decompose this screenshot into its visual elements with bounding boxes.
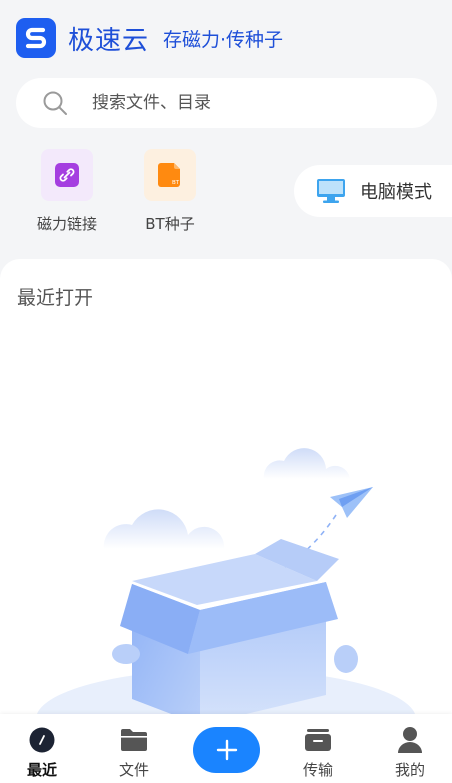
- tab-recent-label: 最近: [26, 761, 57, 779]
- app-slogan: 存磁力·传种子: [163, 28, 284, 51]
- transfer-icon: [305, 729, 331, 751]
- tab-files[interactable]: 文件: [104, 726, 164, 780]
- tab-me-label: 我的: [394, 761, 425, 779]
- tab-transfer[interactable]: 传输: [288, 726, 348, 780]
- tab-files-label: 文件: [118, 761, 149, 779]
- clock-icon: [29, 727, 55, 753]
- pc-mode-button[interactable]: 电脑模式: [294, 165, 452, 217]
- plus-icon: [216, 739, 237, 761]
- bt-torrent-tool[interactable]: BT BT种子: [130, 149, 210, 234]
- pc-mode-label: 电脑模式: [360, 182, 432, 203]
- app-name: 极速云: [68, 25, 150, 56]
- folder-icon: [121, 729, 147, 751]
- magnet-link-tool[interactable]: 磁力链接: [27, 149, 107, 234]
- search-input[interactable]: [92, 93, 392, 113]
- add-button[interactable]: [193, 727, 260, 773]
- app-header: 极速云 存磁力·传种子: [16, 18, 283, 58]
- magnet-link-icon: [41, 149, 93, 201]
- svg-text:BT: BT: [172, 180, 180, 186]
- tab-transfer-label: 传输: [302, 761, 333, 779]
- tab-recent[interactable]: 最近: [12, 726, 72, 780]
- search-bar[interactable]: [16, 78, 437, 128]
- recent-title: 最近打开: [17, 287, 94, 309]
- empty-box-icon: [36, 448, 416, 719]
- tab-me[interactable]: 我的: [380, 726, 440, 780]
- bt-torrent-icon: BT: [144, 149, 196, 201]
- app-logo-icon: [16, 18, 56, 58]
- magnet-link-label: 磁力链接: [36, 215, 97, 233]
- bottom-tab-bar: 最近 文件 传输 我的: [0, 714, 452, 783]
- monitor-icon: [317, 179, 345, 203]
- recent-panel: 最近打开: [0, 259, 452, 719]
- person-icon: [398, 727, 422, 753]
- search-icon: [43, 91, 67, 115]
- bt-torrent-label: BT种子: [145, 215, 195, 233]
